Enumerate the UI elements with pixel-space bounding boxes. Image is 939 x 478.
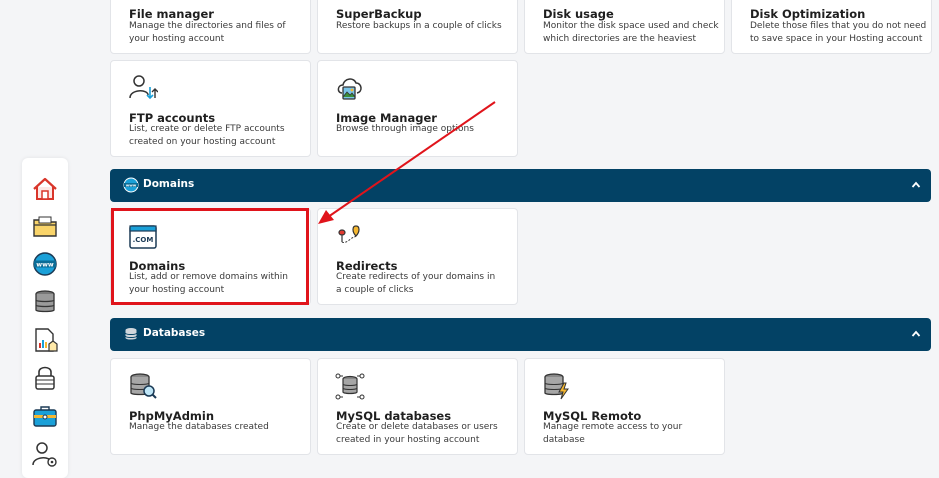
database-icon: [123, 326, 139, 342]
card-title: Disk usage: [543, 7, 614, 21]
www-text: www: [36, 261, 54, 268]
folder-icon[interactable]: [31, 212, 59, 240]
dot-com-text: .COM: [133, 236, 154, 244]
section-title: Domains: [143, 178, 195, 190]
card-title: SuperBackup: [336, 7, 422, 21]
card-desc: Delete those files that you do not need …: [750, 21, 927, 44]
redirect-pins-icon: [335, 222, 365, 252]
www-globe-icon: www: [123, 177, 139, 193]
card-desc: List, create or delete FTP accounts crea…: [129, 124, 285, 147]
section-title: Databases: [143, 327, 206, 339]
card-desc: Monitor the disk space used and check wh…: [543, 21, 719, 44]
card-title: File manager: [129, 7, 214, 21]
lock-icon[interactable]: [31, 364, 59, 392]
ftp-user-icon: [128, 73, 158, 103]
card-desc: Manage the directories and files of your…: [129, 21, 286, 44]
www-text: www: [126, 182, 137, 187]
disk-optimization-card[interactable]: Disk Optimization Delete those files tha…: [731, 0, 932, 54]
www-globe-icon[interactable]: www: [31, 250, 59, 278]
database-bolt-icon: [542, 371, 572, 401]
card-title: Disk Optimization: [750, 7, 866, 21]
home-icon[interactable]: [31, 175, 59, 203]
card-desc: List, add or remove domains within your …: [129, 272, 288, 295]
mysql-databases-card[interactable]: MySQL databases Create or delete databas…: [317, 358, 518, 455]
phpmyadmin-card[interactable]: PhpMyAdmin Manage the databases created: [110, 358, 311, 455]
sidebar: www: [22, 158, 68, 478]
mysql-remoto-card[interactable]: MySQL Remoto Manage remote access to you…: [524, 358, 725, 455]
chevron-up-icon[interactable]: [911, 180, 921, 190]
card-desc: Manage remote access to your database: [543, 422, 683, 445]
card-desc: Create redirects of your domains in a co…: [336, 272, 496, 295]
file-chart-icon[interactable]: [31, 326, 59, 354]
file-manager-card[interactable]: File manager Manage the directories and …: [110, 0, 311, 54]
image-manager-card[interactable]: Image Manager Browse through image optio…: [317, 60, 518, 157]
card-desc: Manage the databases created: [129, 422, 269, 432]
toolbox-icon[interactable]: [31, 402, 59, 430]
databases-section-header[interactable]: Databases: [110, 318, 931, 351]
card-desc: Create or delete databases or users crea…: [336, 422, 498, 445]
disk-usage-card[interactable]: Disk usage Monitor the disk space used a…: [524, 0, 725, 54]
card-desc: Restore backups in a couple of clicks: [336, 21, 502, 31]
database-network-icon: [335, 371, 365, 401]
domains-card[interactable]: .COM Domains List, add or remove domains…: [110, 208, 311, 305]
chevron-up-icon[interactable]: [911, 329, 921, 339]
ftp-accounts-card[interactable]: FTP accounts List, create or delete FTP …: [110, 60, 311, 157]
dot-com-browser-icon: .COM: [128, 222, 158, 252]
database-icon[interactable]: [31, 288, 59, 316]
redirects-card[interactable]: Redirects Create redirects of your domai…: [317, 208, 518, 305]
card-desc: Browse through image options: [336, 124, 474, 134]
domains-section-header[interactable]: www Domains: [110, 169, 931, 202]
database-search-icon: [128, 371, 158, 401]
image-cloud-icon: [335, 73, 365, 103]
superbackup-card[interactable]: SuperBackup Restore backups in a couple …: [317, 0, 518, 54]
